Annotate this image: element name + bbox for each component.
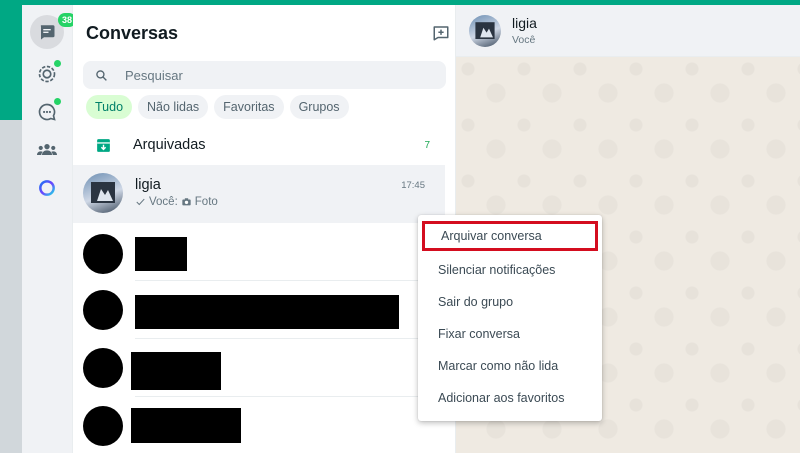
chat-row[interactable] (73, 223, 445, 281)
filter-chip-favorites[interactable]: Favoritas (214, 95, 284, 119)
meta-ai-icon (39, 180, 55, 196)
communities-icon (37, 144, 57, 155)
status-nav-button[interactable] (30, 57, 64, 91)
avatar (83, 406, 123, 446)
menu-item-pin-chat[interactable]: Fixar conversa (418, 319, 602, 349)
conversation-name: ligia (512, 15, 537, 31)
chats-icon (40, 25, 55, 40)
menu-item-add-favorites[interactable]: Adicionar aos favoritos (418, 383, 602, 413)
channels-icon (38, 103, 56, 121)
search-input[interactable]: Pesquisar (83, 61, 446, 89)
communities-nav-button[interactable] (30, 133, 64, 167)
filter-chip-unread[interactable]: Não lidas (138, 95, 209, 119)
conversation-header[interactable]: ligia Você (456, 5, 800, 57)
archived-count: 7 (424, 139, 430, 151)
chat-context-menu: Arquivar conversa Silenciar notificações… (418, 215, 602, 421)
chat-row-ligia[interactable]: ligia 17:45 Você: Foto (73, 165, 445, 223)
chat-preview: Você: Foto (135, 196, 218, 208)
preview-text: Foto (194, 196, 218, 208)
filter-chip-groups[interactable]: Grupos (289, 95, 349, 119)
new-chat-icon (433, 26, 449, 41)
conversation-subtitle: Você (512, 34, 536, 46)
redacted-name (131, 408, 241, 443)
avatar-image (475, 22, 495, 39)
navigation-rail: 38 (22, 5, 77, 453)
chat-row[interactable]: 14 (73, 281, 447, 339)
menu-item-mute-notifications[interactable]: Silenciar notificações (418, 255, 602, 285)
search-placeholder: Pesquisar (125, 67, 183, 83)
preview-prefix: Você: (149, 196, 178, 208)
archived-row[interactable]: Arquivadas 7 (73, 130, 443, 160)
archived-label: Arquivadas (133, 137, 206, 153)
menu-item-leave-group[interactable]: Sair do grupo (418, 287, 602, 317)
channels-dot (54, 98, 61, 105)
chat-name: ligia (135, 177, 161, 193)
menu-item-archive-chat[interactable]: Arquivar conversa (422, 221, 598, 251)
menu-item-mark-unread[interactable]: Marcar como não lida (418, 351, 602, 381)
avatar (83, 173, 123, 213)
chats-nav-button[interactable]: 38 (30, 13, 77, 49)
chat-list-panel: Conversas Pesquisar Tudo Não lidas Favor… (73, 5, 503, 453)
redacted-name (131, 352, 221, 390)
chat-time: 17:45 (401, 180, 425, 191)
archive-icon (96, 138, 110, 152)
status-dot (54, 60, 61, 67)
channels-nav-button[interactable] (30, 95, 64, 129)
top-green-band (0, 0, 22, 120)
whatsapp-window: 38 Conversas Pesquisar Tudo Não lidas Fa… (22, 5, 800, 453)
avatar (83, 348, 123, 388)
meta-ai-nav-button[interactable] (30, 171, 64, 205)
avatar (83, 234, 123, 274)
redacted-name (135, 237, 187, 271)
filter-chip-all[interactable]: Tudo (86, 95, 133, 119)
avatar-image (91, 182, 115, 203)
redacted-name (135, 295, 399, 329)
search-icon (95, 69, 107, 81)
check-icon (136, 198, 145, 206)
avatar (83, 290, 123, 330)
camera-icon (182, 198, 191, 206)
status-icon (38, 65, 56, 83)
filter-chips: Tudo Não lidas Favoritas Grupos (86, 95, 349, 119)
conversation-avatar[interactable] (469, 15, 501, 47)
panel-title: Conversas (86, 23, 179, 43)
chat-row[interactable]: 1: (73, 339, 447, 397)
new-chat-button[interactable] (429, 21, 453, 45)
chat-row[interactable]: On (73, 397, 451, 453)
